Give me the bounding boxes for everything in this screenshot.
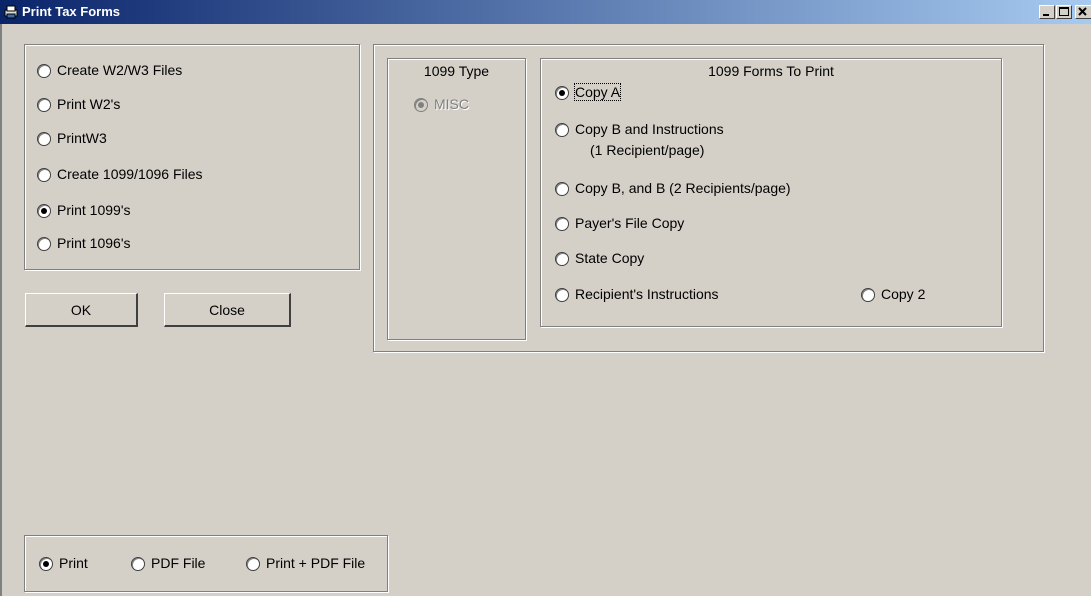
option-label: Create 1099/1096 Files bbox=[57, 166, 203, 182]
radio-icon bbox=[861, 288, 875, 302]
option-label: State Copy bbox=[575, 250, 645, 266]
option-print-w2[interactable]: Print W2's bbox=[37, 96, 120, 112]
option-payers-file-copy[interactable]: Payer's File Copy bbox=[555, 215, 684, 231]
option-label: Print bbox=[59, 555, 88, 571]
minimize-icon bbox=[1043, 14, 1049, 16]
radio-icon bbox=[37, 237, 51, 251]
option-label: Copy A bbox=[573, 83, 622, 101]
option-copy-a[interactable]: Copy A bbox=[555, 83, 622, 101]
radio-icon bbox=[37, 64, 51, 78]
radio-icon bbox=[131, 557, 145, 571]
option-label: Print 1096's bbox=[57, 235, 131, 251]
option-print-1099[interactable]: Print 1099's bbox=[37, 202, 131, 218]
option-sublabel: (1 Recipient/page) bbox=[590, 142, 705, 158]
radio-checked-icon bbox=[39, 557, 53, 571]
option-label: Payer's File Copy bbox=[575, 215, 685, 231]
option-label: Copy 2 bbox=[881, 286, 926, 302]
option-create-1099-1096[interactable]: Create 1099/1096 Files bbox=[37, 166, 203, 182]
option-label: Copy B, and B (2 Recipients/page) bbox=[575, 180, 791, 196]
close-button[interactable] bbox=[1075, 5, 1091, 19]
minimize-button[interactable] bbox=[1039, 5, 1055, 19]
option-label: Print + PDF File bbox=[266, 555, 366, 571]
option-label: PrintW3 bbox=[57, 130, 107, 146]
option-output-print[interactable]: Print bbox=[39, 555, 88, 571]
option-label: MISC bbox=[434, 96, 469, 112]
option-print-w3[interactable]: PrintW3 bbox=[37, 130, 107, 146]
close-button-label: Close bbox=[209, 301, 245, 318]
radio-icon bbox=[37, 132, 51, 146]
forms-to-print-title: 1099 Forms To Print bbox=[708, 63, 834, 79]
radio-icon bbox=[246, 557, 260, 571]
maximize-icon bbox=[1059, 7, 1069, 16]
option-output-print-pdf[interactable]: Print + PDF File bbox=[246, 555, 365, 571]
option-state-copy[interactable]: State Copy bbox=[555, 250, 644, 266]
radio-icon bbox=[37, 98, 51, 112]
option-copy-b-instructions[interactable]: Copy B and Instructions (1 Recipient/pag… bbox=[555, 121, 724, 158]
radio-icon bbox=[555, 252, 569, 266]
printer-app-icon bbox=[4, 5, 18, 19]
radio-icon bbox=[555, 123, 569, 137]
option-output-pdf[interactable]: PDF File bbox=[131, 555, 205, 571]
maximize-button[interactable] bbox=[1056, 5, 1072, 19]
option-create-w2w3[interactable]: Create W2/W3 Files bbox=[37, 62, 182, 78]
close-dialog-button[interactable]: Close bbox=[164, 293, 291, 327]
window-title: Print Tax Forms bbox=[22, 4, 121, 19]
radio-icon bbox=[555, 217, 569, 231]
option-label-group: Copy B and Instructions (1 Recipient/pag… bbox=[575, 121, 724, 158]
type-1099-title: 1099 Type bbox=[423, 63, 490, 79]
option-label: Print W2's bbox=[57, 96, 121, 112]
radio-checked-icon bbox=[37, 204, 51, 218]
ok-button-label: OK bbox=[70, 301, 92, 318]
option-print-1096[interactable]: Print 1096's bbox=[37, 235, 131, 251]
option-label: Copy B and Instructions bbox=[575, 121, 724, 137]
ok-button[interactable]: OK bbox=[25, 293, 138, 327]
close-icon bbox=[1078, 7, 1087, 16]
radio-icon bbox=[555, 182, 569, 196]
option-label: Create W2/W3 Files bbox=[57, 62, 183, 78]
option-label: Print 1099's bbox=[57, 202, 131, 218]
radio-checked-icon bbox=[555, 86, 569, 100]
option-label: Recipient's Instructions bbox=[575, 286, 719, 302]
radio-disabled-icon bbox=[414, 98, 428, 112]
option-copy-2[interactable]: Copy 2 bbox=[861, 286, 925, 302]
option-recipients-instructions[interactable]: Recipient's Instructions bbox=[555, 286, 719, 302]
option-label: PDF File bbox=[151, 555, 206, 571]
option-copy-b-2-recipients[interactable]: Copy B, and B (2 Recipients/page) bbox=[555, 180, 791, 196]
radio-icon bbox=[37, 168, 51, 182]
option-misc: MISC bbox=[414, 96, 469, 112]
radio-icon bbox=[555, 288, 569, 302]
title-bar: Print Tax Forms bbox=[0, 0, 1091, 24]
